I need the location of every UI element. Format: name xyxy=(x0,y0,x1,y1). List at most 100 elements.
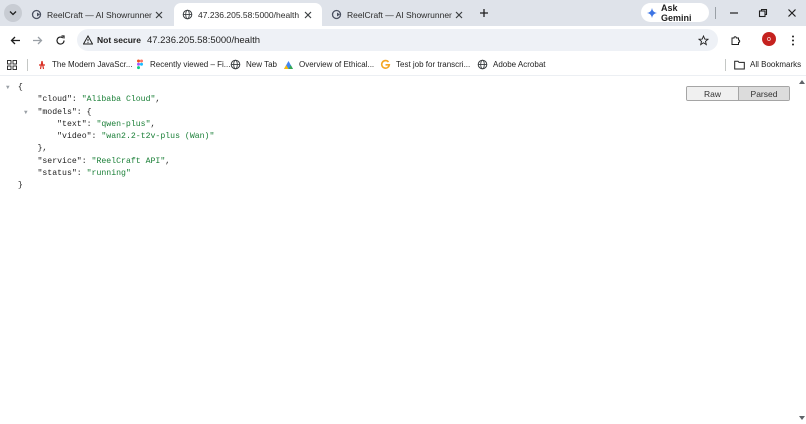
restore-button[interactable] xyxy=(754,4,772,22)
divider xyxy=(725,59,726,71)
site-info-chip[interactable]: Not secure xyxy=(83,35,141,45)
collapse-triangle-icon[interactable]: ▼ xyxy=(24,107,28,119)
toolbar: Not secure 47.236.205.58:5000/health o xyxy=(0,26,806,54)
scroll-down-arrow-icon[interactable] xyxy=(799,415,805,421)
apps-button[interactable] xyxy=(7,57,17,72)
tab-title: ReelCraft — AI Showrunner xyxy=(347,9,452,20)
figma-icon xyxy=(134,59,145,70)
json-line: "service": "ReelCraft API", xyxy=(37,156,171,166)
tab-reelcraft-1[interactable]: ReelCraft — AI Showrunner xyxy=(23,3,173,26)
globe-icon xyxy=(230,59,241,70)
extensions-button[interactable] xyxy=(726,31,744,49)
bookmark-item[interactable]: Adobe Acrobat xyxy=(477,57,545,72)
all-bookmarks-label: All Bookmarks xyxy=(750,60,802,69)
bookmark-item[interactable]: Overview of Ethical... xyxy=(283,57,374,72)
close-icon xyxy=(788,9,796,17)
ask-gemini-button[interactable]: Ask Gemini xyxy=(641,2,709,23)
parsed-button[interactable]: Parsed xyxy=(738,87,789,100)
json-line: "cloud": "Alibaba Cloud", xyxy=(37,95,161,105)
globe-icon xyxy=(477,59,488,70)
arrow-left-icon xyxy=(10,36,20,44)
json-line: "status": "running" xyxy=(37,169,131,179)
scroll-up-arrow-icon[interactable] xyxy=(799,79,805,85)
warning-icon xyxy=(83,35,93,45)
tab-title: ReelCraft — AI Showrunner xyxy=(47,9,152,20)
tab-health[interactable]: 47.236.205.58:5000/health xyxy=(174,3,322,26)
close-icon[interactable] xyxy=(302,9,314,21)
json-line: ▼ { xyxy=(6,82,214,94)
address-bar[interactable]: Not secure 47.236.205.58:5000/health xyxy=(77,29,718,51)
json-key: "service" xyxy=(37,156,82,166)
not-secure-label: Not secure xyxy=(97,35,141,45)
json-brace: } xyxy=(17,181,23,191)
minimize-icon xyxy=(730,12,738,14)
kebab-menu-icon xyxy=(792,35,794,45)
menu-button[interactable] xyxy=(784,31,802,49)
minimize-button[interactable] xyxy=(725,4,743,22)
json-string: "running" xyxy=(86,169,131,179)
chevron-down-icon xyxy=(9,11,17,16)
json-line: "video": "wan2.2-t2v-plus (Wan)" xyxy=(57,132,215,142)
arrow-right-icon xyxy=(32,36,42,44)
tab-title: 47.236.205.58:5000/health xyxy=(198,9,300,20)
collapse-triangle-icon[interactable]: ▼ xyxy=(6,82,10,94)
bookmark-label: The Modern JavaScr... xyxy=(52,60,133,69)
url-text[interactable]: 47.236.205.58:5000/health xyxy=(147,35,260,46)
json-string: "qwen-plus" xyxy=(96,119,151,129)
json-string: "Alibaba Cloud" xyxy=(81,95,156,105)
json-brace: }, xyxy=(37,144,48,154)
bookmark-label: Overview of Ethical... xyxy=(299,60,375,69)
profile-avatar[interactable]: o xyxy=(762,32,776,46)
person-icon xyxy=(36,59,47,70)
folder-icon xyxy=(734,60,745,70)
reload-icon xyxy=(55,34,65,45)
all-bookmarks-button[interactable]: All Bookmarks xyxy=(734,57,801,72)
json-key: "text" xyxy=(57,119,87,129)
tab-reelcraft-2[interactable]: ReelCraft — AI Showrunner xyxy=(323,3,473,26)
tab-strip: ReelCraft — AI Showrunner 47.236.205.58:… xyxy=(0,0,806,26)
raw-button[interactable]: Raw xyxy=(687,87,738,100)
divider xyxy=(715,7,716,19)
back-button[interactable] xyxy=(6,31,24,49)
json-string: "wan2.2-t2v-plus (Wan)" xyxy=(101,132,215,142)
restore-icon xyxy=(758,8,768,18)
tab-search-button[interactable] xyxy=(4,4,22,22)
close-window-button[interactable] xyxy=(783,4,801,22)
triangle-icon xyxy=(283,59,294,70)
puzzle-icon xyxy=(731,35,740,45)
json-line: }, xyxy=(8,143,214,155)
json-line: "text": "qwen-plus", xyxy=(57,119,156,129)
json-brace: { xyxy=(86,107,92,117)
bookmark-label: New Tab xyxy=(246,60,277,69)
reelcraft-favicon-icon xyxy=(331,9,342,20)
close-icon[interactable] xyxy=(153,9,165,21)
new-tab-button[interactable] xyxy=(476,5,492,21)
json-key: "models" xyxy=(37,107,77,117)
gemini-sparkle-icon xyxy=(647,7,657,18)
bookmarks-bar: The Modern JavaScr... Recently viewed – … xyxy=(0,54,806,75)
json-key: "cloud" xyxy=(37,95,72,105)
bookmark-label: Test job for transcri... xyxy=(396,60,471,69)
reload-button[interactable] xyxy=(51,31,69,49)
close-icon[interactable] xyxy=(453,9,465,21)
plus-icon xyxy=(480,9,488,17)
bookmark-item[interactable]: New Tab xyxy=(230,57,277,72)
json-line: ▼ "models": { xyxy=(8,107,214,119)
bookmark-item[interactable]: Test job for transcri... xyxy=(380,57,470,72)
json-key: "video" xyxy=(57,132,92,142)
star-icon[interactable] xyxy=(696,33,710,47)
avatar-letter: o xyxy=(767,35,771,43)
bookmark-item[interactable]: The Modern JavaScr... xyxy=(36,57,132,72)
json-brace: { xyxy=(17,83,23,92)
bookmark-label: Adobe Acrobat xyxy=(493,60,546,69)
json-key: "status" xyxy=(37,169,77,179)
g-icon xyxy=(380,59,391,70)
json-line: } xyxy=(8,180,214,192)
bookmark-item[interactable]: Recently viewed – Fi... xyxy=(134,57,230,72)
apps-grid-icon xyxy=(7,59,17,70)
json-viewer: ▼ { "cloud": "Alibaba Cloud", ▼ "models"… xyxy=(6,82,215,193)
ask-gemini-label: Ask Gemini xyxy=(661,2,692,23)
json-string: "ReelCraft API" xyxy=(91,156,166,166)
forward-button[interactable] xyxy=(28,31,46,49)
view-toggle: Raw Parsed xyxy=(686,86,790,101)
